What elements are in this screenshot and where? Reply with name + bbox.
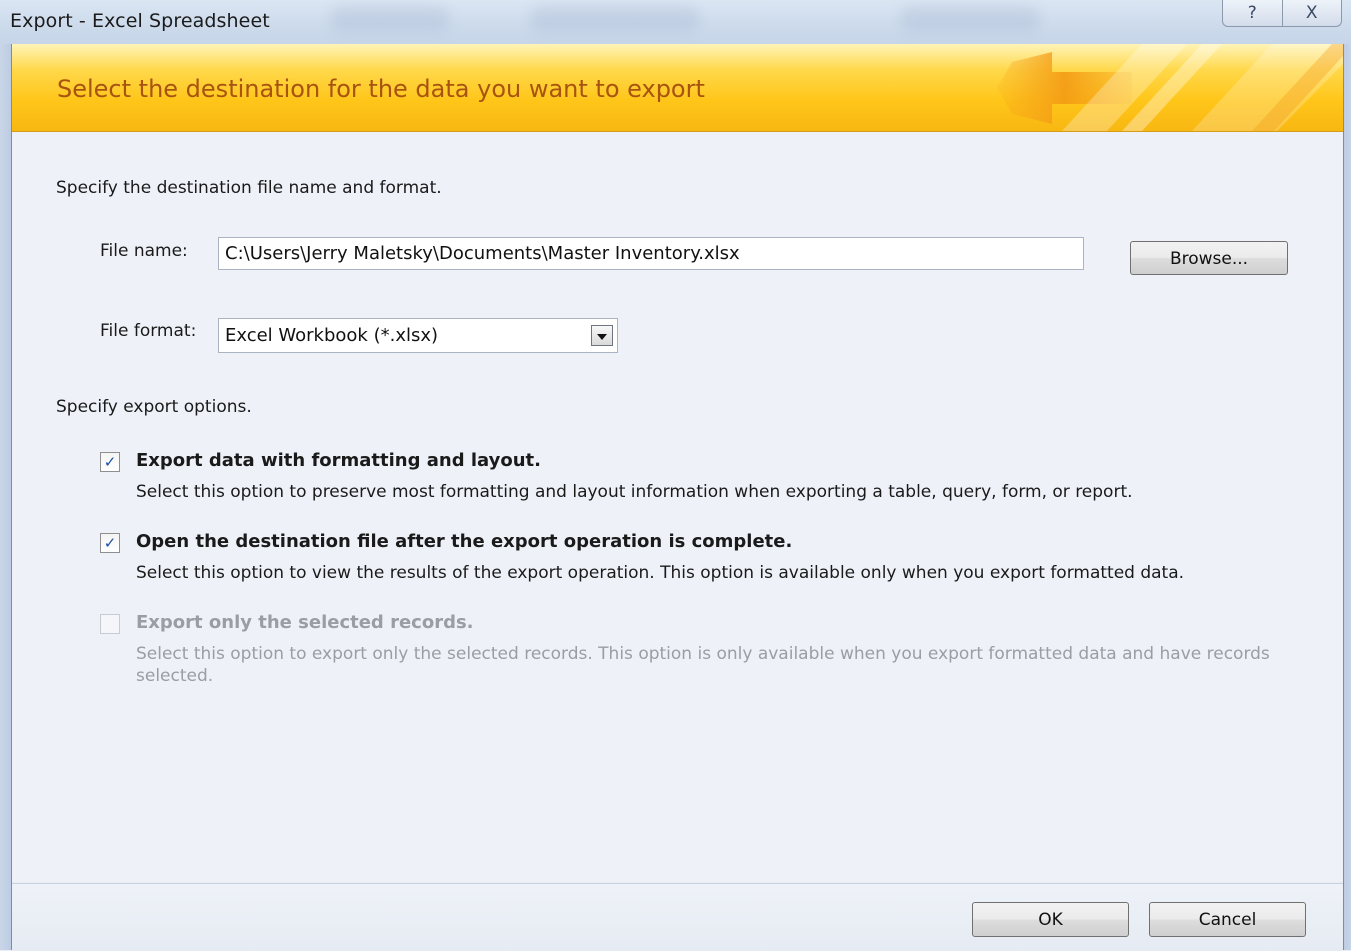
check-icon: ✓ (103, 533, 117, 552)
help-button[interactable]: ? (1223, 0, 1282, 26)
file-name-input[interactable]: C:\Users\Jerry Maletsky\Documents\Master… (218, 237, 1084, 270)
destination-instruction: Specify the destination file name and fo… (56, 178, 442, 198)
window-title: Export - Excel Spreadsheet (10, 10, 270, 32)
export-formatting-description: Select this option to preserve most form… (136, 482, 1133, 502)
cancel-button[interactable]: Cancel (1149, 902, 1306, 937)
window-frame-left (0, 44, 12, 950)
file-name-label: File name: (100, 241, 188, 261)
close-icon: X (1305, 3, 1318, 23)
window-frame-right (1343, 44, 1351, 950)
check-icon: ✓ (103, 452, 117, 471)
file-format-dropdown[interactable]: Excel Workbook (*.xlsx) (218, 318, 618, 353)
chevron-down-icon (597, 333, 607, 340)
banner-title: Select the destination for the data you … (57, 75, 705, 103)
ok-button[interactable]: OK (972, 902, 1129, 937)
export-formatting-label: Export data with formatting and layout. (136, 450, 541, 471)
title-bar[interactable]: Export - Excel Spreadsheet ? X (0, 0, 1351, 44)
export-formatting-checkbox[interactable]: ✓ (100, 452, 120, 472)
file-format-value: Excel Workbook (*.xlsx) (225, 325, 439, 346)
selected-records-checkbox (100, 614, 120, 634)
options-instruction: Specify export options. (56, 397, 252, 417)
open-destination-checkbox[interactable]: ✓ (100, 533, 120, 553)
file-format-label: File format: (100, 321, 197, 341)
dropdown-arrow-button[interactable] (591, 325, 613, 346)
open-destination-description: Select this option to view the results o… (136, 563, 1185, 583)
dialog-footer: OK Cancel (12, 883, 1343, 951)
dialog-body: Specify the destination file name and fo… (12, 132, 1343, 882)
selected-records-label: Export only the selected records. (136, 612, 474, 633)
close-button[interactable]: X (1281, 0, 1342, 26)
help-icon: ? (1247, 3, 1257, 23)
selected-records-description: Select this option to export only the se… (136, 644, 1270, 686)
caption-buttons: ? X (1222, 0, 1342, 27)
header-banner: Select the destination for the data you … (12, 44, 1343, 132)
browse-button[interactable]: Browse... (1130, 241, 1288, 275)
open-destination-label: Open the destination file after the expo… (136, 531, 793, 552)
